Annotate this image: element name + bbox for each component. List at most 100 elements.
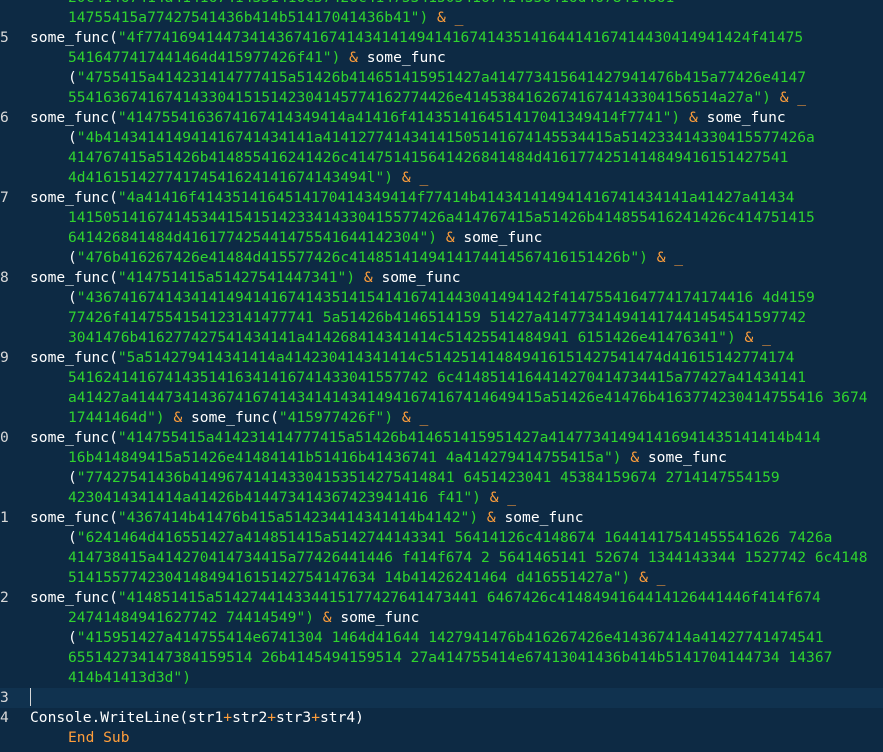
code-text[interactable]: 4d41615142774174541624141674143494l") & … [68, 168, 428, 188]
code-identifier: some_func( [30, 269, 118, 286]
line-number [0, 528, 22, 548]
code-line[interactable]: ("4755415a414231414777415a51426b41465141… [0, 68, 883, 88]
code-text[interactable]: 14755415a77427541436b414b51417041436b41"… [68, 8, 463, 28]
code-line[interactable]: 414b41413d3d") [0, 668, 883, 688]
code-text[interactable]: some_func("414851415a5142744143344151774… [30, 588, 821, 608]
code-line[interactable]: 14755415a77427541436b414b51417041436b41"… [0, 8, 883, 28]
code-line[interactable]: 4 Console.WriteLine(str1+str2+str3+str4) [0, 708, 883, 728]
code-text[interactable]: some_func("4a41416f414351416451417041434… [30, 188, 794, 208]
line-number [0, 608, 22, 628]
code-line[interactable]: 5 some_func("4f77416941447341436741674143… [0, 28, 883, 48]
code-line[interactable]: 51415577423041484941615142754147634 14b4… [0, 568, 883, 588]
code-text[interactable]: some_func("4147554163674167414349414a414… [30, 108, 786, 128]
code-line[interactable]: 6 some_func("4147554163674167414349414a41… [0, 108, 883, 128]
operator-token: & _ [647, 249, 684, 266]
code-line[interactable]: 7 some_func("4a41416f41435141645141704143… [0, 188, 883, 208]
code-text[interactable]: 414738415a414270414734415a77426441446 f4… [68, 548, 868, 568]
code-line[interactable]: 4230414341414a41426b41447341436742394141… [0, 488, 883, 508]
code-line[interactable]: 414738415a414270414734415a77426441446 f4… [0, 548, 883, 568]
code-line[interactable]: ("415951427a414755414e6741304 1464d41644… [0, 628, 883, 648]
code-text[interactable]: 414767415a51426b414855416241426c41475141… [68, 148, 788, 168]
code-line[interactable]: 3041476b416277427541434141a4142684143414… [0, 328, 883, 348]
code-line[interactable]: 4d41615142774174541624141674143494l") & … [0, 168, 883, 188]
code-text[interactable]: 17441464d") & some_func("415977426f") & … [68, 408, 428, 428]
code-text[interactable]: ("4b414341414941416741434141a41412774143… [68, 128, 815, 148]
code-line[interactable]: ("43674167414341414941416741435141541416… [0, 288, 883, 308]
code-text[interactable]: 24741484941627742 74414549") & some_func [68, 608, 419, 628]
code-line[interactable]: ("6241464d416551427a414851415a5142744143… [0, 528, 883, 548]
code-text[interactable]: End Sub [68, 728, 130, 748]
line-number [0, 128, 22, 148]
code-text[interactable]: 1415051416741453441541514233414330415577… [68, 208, 815, 228]
line-number [0, 728, 22, 748]
code-text[interactable]: 20c41467414a414167414351416c57426c414753… [68, 0, 674, 8]
code-text[interactable]: a41427a414473414367416741434141434149416… [68, 388, 868, 408]
code-text[interactable]: 4230414341414a41426b41447341436742394141… [68, 488, 516, 508]
code-line[interactable]: 5416241416741435141634141674143304155774… [0, 368, 883, 388]
code-line[interactable]: 20c41467414a414167414351416c57426c414753… [0, 0, 883, 8]
code-line[interactable]: 655142734147384159514 26b4145494159514 2… [0, 648, 883, 668]
code-line[interactable]: 1 some_func("4367414b41476b415a5142344143… [0, 508, 883, 528]
line-number: 5 [0, 29, 9, 46]
line-number [0, 288, 22, 308]
code-text[interactable]: 5541636741674143304151514230414577416277… [68, 88, 806, 108]
code-identifier: some_func [647, 449, 727, 466]
line-number: 9 [0, 349, 9, 366]
code-text[interactable]: 5416477417441464d415977426f41") & some_f… [68, 48, 446, 68]
code-line[interactable]: 641426841484d416177425441475541644142304… [0, 228, 883, 248]
operator-token: & _ [770, 89, 807, 106]
code-line[interactable]: 8 some_func("414751415a51427541447341") &… [0, 268, 883, 288]
code-text[interactable]: ("4755415a414231414777415a51426b41465141… [68, 68, 806, 88]
code-text[interactable]: some_func("4367414b41476b415a51423441434… [30, 508, 584, 528]
code-text[interactable]: 3041476b416277427541434141a4142684143414… [68, 328, 771, 348]
code-text[interactable]: 641426841484d416177425441475541644142304… [68, 228, 542, 248]
code-identifier: ( [68, 69, 77, 86]
code-line[interactable]: 2 some_func("414851415a514274414334415177… [0, 588, 883, 608]
code-line[interactable]: 5416477417441464d415977426f41") & some_f… [0, 48, 883, 68]
code-text[interactable]: 5416241416741435141634141674143304155774… [68, 368, 806, 388]
string-literal: "436741674143414149414167414351415414167… [76, 289, 815, 306]
code-line[interactable]: 16b414849415a51426e41484141b51416b414367… [0, 448, 883, 468]
code-text[interactable]: ("43674167414341414941416741435141541416… [68, 288, 815, 308]
code-text[interactable]: ("77427541436b41496741414330415351427541… [68, 468, 780, 488]
code-line[interactable]: ("4b414341414941416741434141a41412774143… [0, 128, 883, 148]
code-text[interactable]: some_func("414751415a51427541447341") & … [30, 268, 461, 288]
code-identifier: some_func( [30, 349, 118, 366]
operator-token: & [340, 49, 367, 66]
code-identifier: some_func( [30, 189, 118, 206]
code-text[interactable]: some_func("414755415a414231414777415a514… [30, 428, 821, 448]
code-text[interactable]: Console.WriteLine(str1+str2+str3+str4) [30, 708, 364, 728]
code-text[interactable]: some_func("4f774169414473414367416741434… [30, 28, 803, 48]
code-line[interactable]: 5541636741674143304151514230414577416277… [0, 88, 883, 108]
code-text[interactable]: ("6241464d416551427a414851415a5142744143… [68, 528, 832, 548]
code-line[interactable]: a41427a414473414367416741434141434149416… [0, 388, 883, 408]
line-number: 3 [0, 689, 9, 706]
code-text[interactable]: 655142734147384159514 26b4145494159514 2… [68, 648, 832, 668]
code-line[interactable]: 17441464d") & some_func("415977426f") & … [0, 408, 883, 428]
code-line[interactable]: 414767415a51426b414855416241426c41475141… [0, 148, 883, 168]
code-line[interactable]: 24741484941627742 74414549") & some_func [0, 608, 883, 628]
code-line[interactable]: 3 [0, 688, 883, 708]
code-line[interactable]: 1415051416741453441541514233414330415577… [0, 208, 883, 228]
string-literal: "414751415a51427541447341") [117, 269, 356, 286]
code-line[interactable]: ("77427541436b41496741414330415351427541… [0, 468, 883, 488]
operator-token: & [164, 409, 192, 426]
code-line[interactable]: End Sub [0, 728, 883, 748]
code-text[interactable]: 77426f4147554154123141477741 5a51426b414… [68, 308, 806, 328]
code-text[interactable]: 51415577423041484941615142754147634 14b4… [68, 568, 665, 588]
string-literal: 414738415a414270414734415a77426441446 f4… [68, 549, 868, 566]
operator-token: & _ [735, 329, 771, 346]
code-line[interactable]: 9 some_func("5a514279414341414a4142304143… [0, 348, 883, 368]
code-text[interactable]: some_func("5a514279414341414a41423041434… [30, 348, 794, 368]
operator-token: + [267, 709, 277, 726]
code-text[interactable]: ("476b416267426e41484d415577426c41485141… [68, 248, 683, 268]
string-literal: "4a41416f4143514164514170414349414f77414… [117, 189, 795, 206]
code-editor[interactable]: 20c41467414a414167414351416c57426c414753… [0, 0, 883, 752]
code-text[interactable]: ("415951427a414755414e6741304 1464d41644… [68, 628, 824, 648]
code-line[interactable]: 77426f4147554154123141477741 5a51426b414… [0, 308, 883, 328]
line-number [0, 368, 22, 388]
code-text[interactable]: 16b414849415a51426e41484141b51416b414367… [68, 448, 727, 468]
code-line[interactable]: 0 some_func("414755415a414231414777415a51… [0, 428, 883, 448]
code-line[interactable]: ("476b416267426e41484d415577426c41485141… [0, 248, 883, 268]
code-text[interactable]: 414b41413d3d") [68, 668, 191, 688]
